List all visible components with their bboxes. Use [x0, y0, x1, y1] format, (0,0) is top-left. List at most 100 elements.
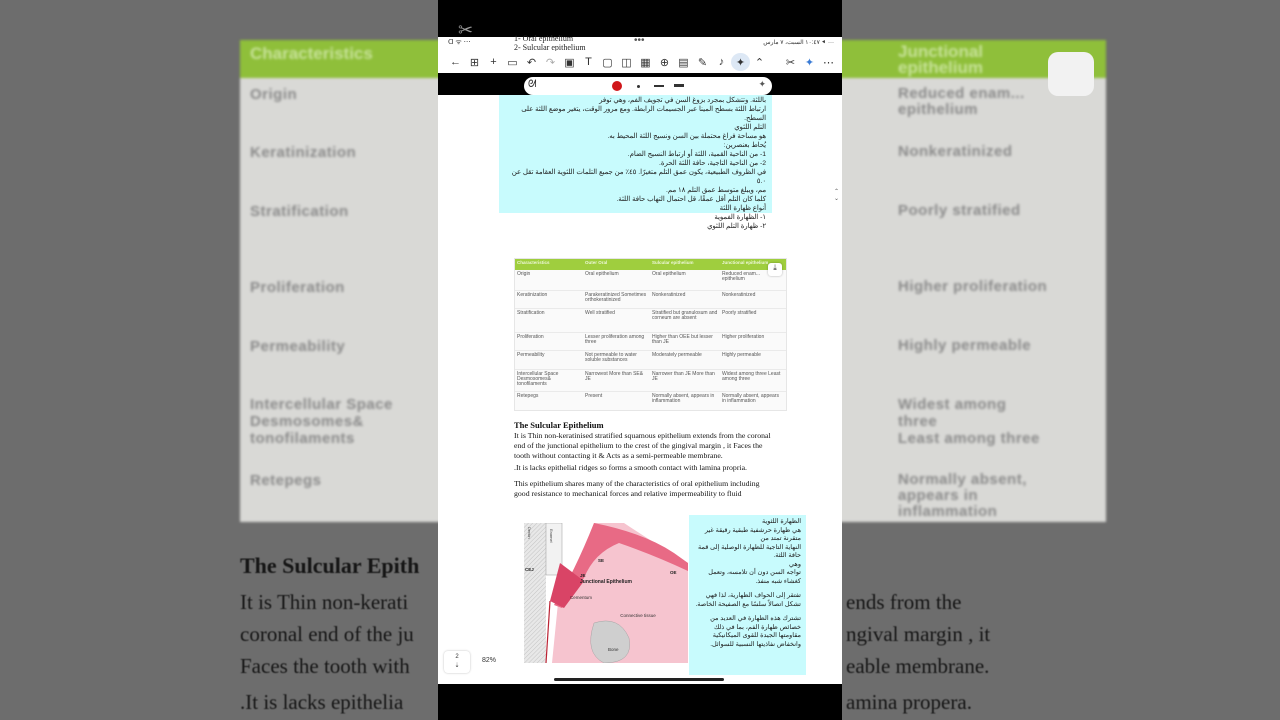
no-pen-icon[interactable]: ✂: [781, 53, 800, 71]
mic-icon[interactable]: ♪: [712, 53, 731, 71]
toolbar-right: ✂ ✦ ⋯: [781, 53, 842, 71]
undo-icon[interactable]: ↶: [522, 53, 541, 71]
table-row: Stratification Well stratified Stratifie…: [515, 309, 786, 333]
table-cell: Nonkeratinized: [722, 292, 756, 298]
dentin-hatch: [524, 523, 546, 663]
note-icon[interactable]: ◫: [617, 53, 636, 71]
table-cell: Parakeratinized Sometimes orthokeratiniz…: [585, 292, 647, 304]
grid-icon[interactable]: ⊞: [465, 53, 484, 71]
diagram-label: Enamel: [549, 529, 554, 543]
bg-line: amina propera.: [846, 690, 972, 714]
arabic-line: التلم اللثوي: [734, 124, 766, 131]
table-cell: Narrower than JE More than JE: [652, 371, 715, 383]
scan-icon[interactable]: ▤: [674, 53, 693, 71]
table-row: Origin Oral epithelium Oral epithelium R…: [515, 270, 786, 291]
zoom-icon[interactable]: ⊕: [655, 53, 674, 71]
arabic-side-box: الظهارة اللثوية هي ظهارة حرشفية طبقية رق…: [689, 515, 806, 675]
redo-icon[interactable]: ↷: [541, 53, 560, 71]
table-cell: Permeability: [517, 352, 545, 358]
table-header: Characteristics Outer Oral Sulcular epit…: [515, 259, 786, 270]
page-arrow-icon: ⇣: [454, 663, 460, 669]
diagram-label: Connective tissue: [620, 613, 656, 618]
text-icon[interactable]: T: [579, 53, 598, 71]
lock-icon[interactable]: ▭: [503, 53, 522, 71]
page-indicator[interactable]: 2 ⇣: [444, 651, 470, 673]
bg-line: ngival margin , it: [846, 622, 991, 646]
table-cell: Keratinization: [517, 292, 548, 298]
arabic-line: أنواع ظهارة اللثة: [719, 205, 766, 212]
pin-icon[interactable]: ✦: [758, 79, 766, 90]
table-cell: Oral epithelium: [585, 271, 619, 277]
table-cell: Nonkeratinized: [652, 292, 686, 298]
arabic-line: ٢- ظهارة التلم اللثوي: [707, 223, 766, 230]
comparison-table-image: Characteristics Outer Oral Sulcular epit…: [514, 258, 787, 411]
bg-line: coronal end of the ju: [240, 622, 414, 646]
back-icon[interactable]: ←: [446, 53, 465, 71]
diagram-label: SE: [598, 558, 605, 563]
bg-row-label: Origin: [250, 86, 298, 103]
page-header: 1- Oral epithelium 2- Sulcular epitheliu…: [514, 34, 586, 52]
arabic-line: باللثة. وتتشكل بمجرد بزوغ السن في تجويف …: [599, 97, 766, 104]
table-icon[interactable]: ▦: [636, 53, 655, 71]
page-number: 2: [455, 654, 459, 660]
arabic-line: هي ظهارة حرشفية طبقية رقيقة غير متقرنة ت…: [704, 526, 801, 543]
scroll-arrows-icon[interactable]: ⌃ ⌄: [834, 189, 839, 203]
diagram-label: Junctional Epithelium: [580, 579, 632, 585]
chevron-up-icon[interactable]: ⌃: [750, 53, 769, 71]
add-icon[interactable]: +: [484, 53, 503, 71]
color-red-swatch[interactable]: [612, 81, 622, 91]
status-right: ١٠:٤٧ السبت، ٧ مارس ⯇ ···: [763, 40, 834, 46]
pen-options-bar: ᘛ ✦: [524, 77, 772, 95]
bg-header-4: Junctional epithelium: [898, 42, 984, 77]
table-cell: Moderately permeable: [652, 352, 702, 358]
table-row: Proliferation Lesser proliferation among…: [515, 333, 786, 351]
sticky-note-icon[interactable]: ▢: [598, 53, 617, 71]
home-indicator[interactable]: [554, 678, 724, 681]
ai-sparkle-icon[interactable]: ✦: [800, 53, 819, 71]
highlighter-icon[interactable]: ✦: [731, 53, 750, 71]
gingiva-diagram-svg: [524, 523, 688, 663]
table-header-cell: Outer Oral: [585, 260, 608, 265]
bg-row-label: Intercellular Space Desmosomes& tonofila…: [250, 396, 393, 447]
document-page[interactable]: باللثة. وتتشكل بمجرد بزوغ السن في تجويف …: [438, 95, 842, 684]
table-cell: Present: [585, 393, 603, 399]
stroke-thick-option[interactable]: [674, 84, 684, 87]
bg-row-label: Proliferation: [250, 279, 345, 296]
arabic-line: يُحاط بعنصرين:: [723, 142, 766, 149]
paragraph: It is Thin non-keratinised stratified sq…: [514, 431, 771, 460]
bg-line: .It is lacks epithelia: [240, 690, 404, 714]
stroke-medium-option[interactable]: [654, 85, 664, 87]
bg-right-cell: Higher proliferation: [898, 278, 1048, 295]
bg-line: Faces the tooth with: [240, 654, 410, 678]
bg-right-cell: Nonkeratinized: [898, 143, 1013, 160]
table-row: Permeability Not permeable to water solu…: [515, 351, 786, 370]
section-heading: The Sulcular Epithelium: [514, 420, 604, 430]
bg-line: It is Thin non-kerati: [240, 590, 409, 614]
table-row: Intercellular Space Desmosomes& tonofila…: [515, 370, 786, 392]
diagram-label: Bone: [608, 647, 619, 652]
arabic-line: تفتقر إلى الحواف الظهارية، لذا فهي تشكل …: [695, 592, 801, 608]
arabic-line: النهاية التاجية للظهارة الوصلية إلى قمة …: [697, 543, 801, 560]
bg-right-cell: Widest among three Least among three: [898, 396, 1040, 447]
arabic-line: كلما كان التلم أقل عمقًا، قل احتمال الته…: [616, 196, 766, 203]
table-cell: Stratification: [517, 310, 545, 316]
table-cell: Origin: [517, 271, 531, 277]
paragraph: .It is lacks epithelial ridges so forms …: [514, 463, 747, 472]
arabic-line: مم، ويبلغ متوسط عمق التلم ١٨ مم.: [666, 187, 766, 194]
download-icon[interactable]: ⤓: [768, 263, 782, 276]
lasso-icon[interactable]: ᘛ: [528, 79, 537, 90]
table-cell: Intercellular Space Desmosomes& tonofila…: [517, 371, 559, 388]
bg-row-label: Keratinization: [250, 144, 357, 161]
table-cell: Higher proliferation: [722, 334, 765, 340]
pen-icon[interactable]: ✎: [693, 53, 712, 71]
table-cell: Retepegs: [517, 393, 539, 399]
table-header-cell: Characteristics: [517, 260, 550, 265]
image-icon[interactable]: ▣: [560, 53, 579, 71]
table-header-cell: Sulcular epithelium: [652, 260, 694, 265]
table-cell: Highly permeable: [722, 352, 761, 358]
bg-heading: The Sulcular Epith: [240, 553, 420, 578]
bg-right-cell: Poorly stratified: [898, 202, 1021, 219]
more-icon[interactable]: ⋯: [819, 53, 838, 71]
stroke-thin-option[interactable]: [637, 85, 640, 88]
bg-line: ends from the: [846, 590, 962, 614]
